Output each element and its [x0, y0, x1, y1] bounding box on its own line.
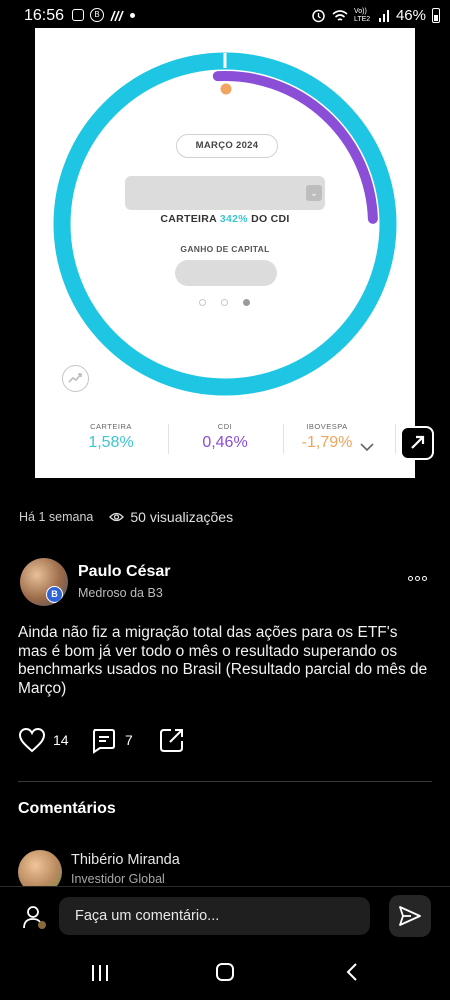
- divider: [18, 781, 432, 782]
- system-nav-bar: [0, 944, 450, 1000]
- expand-image-button[interactable]: [400, 426, 434, 460]
- post-image[interactable]: MARÇO 2024 ⌄ CARTEIRA 342% DO CDI GANHO …: [35, 28, 415, 478]
- capital-gain-value: [175, 260, 277, 286]
- post-text: Ainda não fiz a migração total das ações…: [18, 624, 428, 697]
- chevron-down-icon[interactable]: [360, 442, 374, 452]
- page-dot[interactable]: [199, 299, 206, 306]
- home-icon[interactable]: [216, 963, 234, 981]
- alarm-icon: [312, 9, 325, 23]
- commenter-subtitle: Investidor Global: [71, 872, 165, 886]
- stat-carteira: CARTEIRA 1,58%: [88, 422, 134, 451]
- comment-icon[interactable]: [91, 728, 117, 754]
- page-dot-active[interactable]: [243, 299, 250, 306]
- user-icon[interactable]: [22, 905, 48, 931]
- eye-icon: [109, 512, 125, 522]
- benchmark-stats: CARTEIRA 1,58% CDI 0,46% IBOVESPA -1,79%: [35, 422, 415, 472]
- chevron-down-icon: ⌄: [306, 185, 322, 201]
- share-icon[interactable]: [159, 727, 185, 753]
- post-meta: Há 1 semana 50 visualizações: [19, 509, 233, 525]
- back-icon[interactable]: [345, 962, 359, 982]
- b-notification-icon: B: [90, 8, 104, 22]
- battery-icon: [432, 8, 440, 23]
- author-name[interactable]: Paulo César: [78, 563, 170, 581]
- month-selector[interactable]: MARÇO 2024: [176, 134, 278, 158]
- signal-notification-icon: [110, 10, 124, 21]
- stat-ibovespa: IBOVESPA -1,79%: [301, 422, 353, 451]
- battery-percent: 46%: [395, 7, 426, 24]
- page-dot[interactable]: [221, 299, 228, 306]
- trend-icon[interactable]: [62, 365, 89, 392]
- gallery-notification-icon: [72, 9, 84, 21]
- portfolio-dropdown[interactable]: ⌄: [125, 176, 325, 210]
- likes-count: 14: [53, 732, 69, 748]
- commenter-name[interactable]: Thibério Miranda: [71, 852, 180, 868]
- comments-title: Comentários: [18, 800, 116, 817]
- capital-gain-label: GANHO DE CAPITAL: [180, 244, 270, 254]
- wifi-icon: [332, 9, 348, 21]
- more-notifications-icon: [130, 12, 135, 18]
- cdi-performance: CARTEIRA 342% DO CDI: [160, 213, 290, 225]
- comment-composer: [0, 886, 450, 945]
- cell-signal-icon: [378, 10, 389, 22]
- status-time: 16:56: [24, 7, 65, 24]
- time-ago: Há 1 semana: [19, 510, 94, 524]
- views-count: 50 visualizações: [130, 509, 234, 525]
- comment-input[interactable]: [59, 897, 370, 935]
- author-subtitle: Medroso da B3: [78, 586, 163, 600]
- author-avatar[interactable]: B: [20, 558, 68, 606]
- comments-count: 7: [125, 732, 133, 748]
- stat-cdi: CDI 0,46%: [202, 422, 248, 451]
- send-button[interactable]: [389, 895, 431, 937]
- more-options-icon[interactable]: [408, 576, 427, 581]
- post-actions: 14 7: [18, 727, 318, 755]
- heart-icon[interactable]: [18, 727, 46, 753]
- recent-apps-icon[interactable]: [91, 964, 109, 982]
- network-label: Vo)) LTE2: [353, 7, 371, 23]
- send-icon: [399, 906, 421, 926]
